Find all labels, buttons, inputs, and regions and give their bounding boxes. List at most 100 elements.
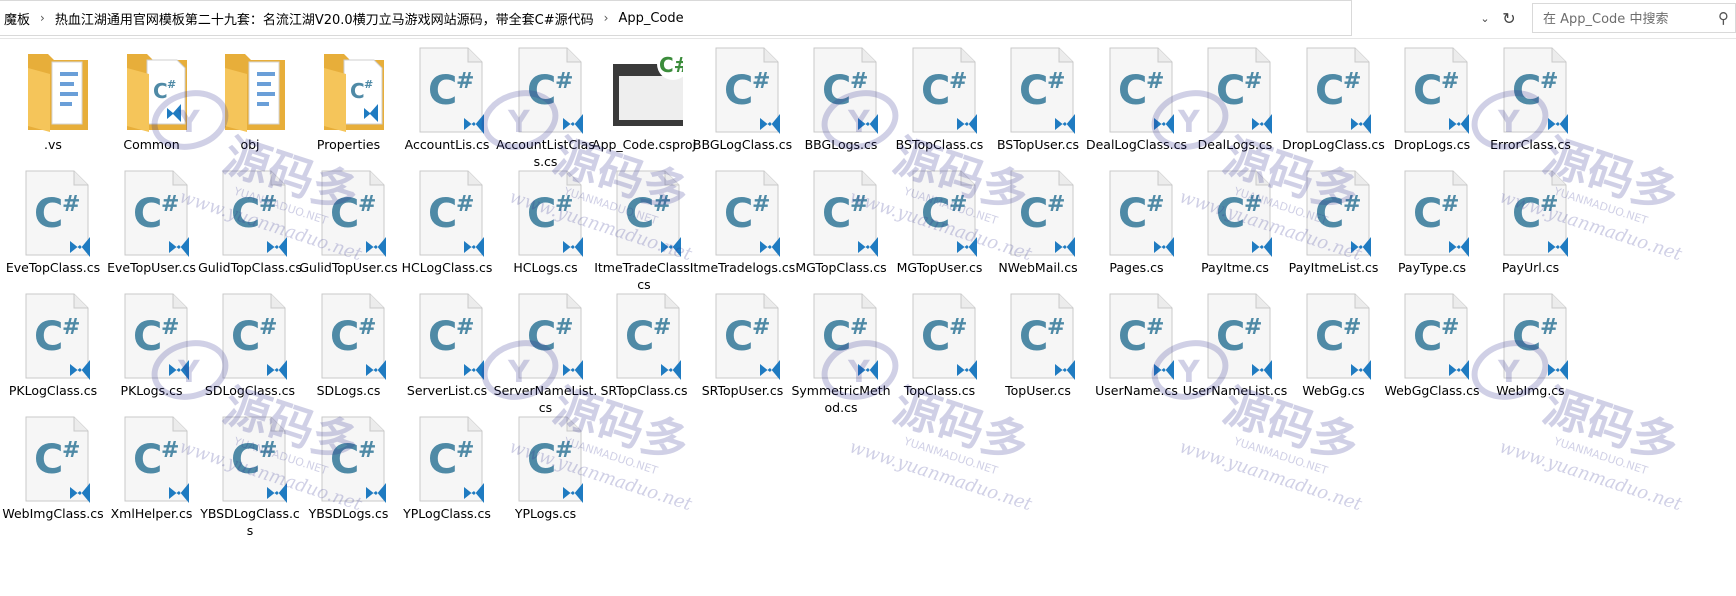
file-item[interactable]: C # BBGLogs.cs (792, 40, 890, 170)
csharp-file-icon: C # (1207, 47, 1272, 134)
breadcrumb-separator[interactable]: › (598, 11, 615, 25)
folder-item[interactable]: C # Properties (300, 40, 398, 170)
file-item[interactable]: C # MGTopUser.cs (891, 163, 989, 293)
file-item[interactable]: C # WebGgClass.cs (1383, 286, 1481, 416)
file-item[interactable]: C # PayUrl.cs (1482, 163, 1580, 293)
file-item[interactable]: C # PKLogClass.cs (4, 286, 102, 416)
file-item[interactable]: C # WebGg.cs (1285, 286, 1383, 416)
file-item[interactable]: C # GulidTopClass.cs (198, 163, 302, 293)
file-item[interactable]: C # BBGLogClass.cs (693, 40, 792, 170)
file-item[interactable]: C # EveTopClass.cs (4, 163, 102, 293)
file-item[interactable]: C # WebImgClass.cs (2, 409, 104, 539)
svg-text:C: C (625, 191, 654, 237)
file-item[interactable]: C # AccountListClass.cs (496, 40, 595, 170)
refresh-button[interactable]: ↻ (1498, 4, 1520, 32)
breadcrumb-item-root[interactable]: 魔板 (0, 9, 34, 28)
file-item[interactable]: C # YBSDLogClass.cs (200, 409, 300, 539)
file-item[interactable]: C # HCLogs.cs (497, 163, 595, 293)
file-item[interactable]: C # PKLogs.cs (103, 286, 201, 416)
file-item[interactable]: C # ErrorClass.cs (1482, 40, 1580, 170)
svg-text:#: # (1244, 315, 1262, 340)
file-item[interactable]: C # UserNameList.cs (1183, 286, 1287, 416)
search-input[interactable] (1541, 5, 1721, 33)
file-item[interactable]: C # DealLogs.cs (1186, 40, 1284, 170)
folder-icon: C # (323, 54, 384, 132)
svg-text:C: C (330, 314, 359, 360)
breadcrumb[interactable]: 魔板 › 热血江湖通用官网模板第二十九套：名流江湖V20.0横刀立马游戏网站源码… (0, 0, 1352, 36)
file-name-label: BBGLogClass.cs (692, 137, 793, 152)
svg-text:www.yuanmaduo.net: www.yuanmaduo.net (1177, 436, 1365, 515)
file-name-label: PayItme.cs (1201, 260, 1269, 275)
file-name-label: PKLogClass.cs (8, 383, 98, 398)
file-item[interactable]: C # SRTopClass.cs (595, 286, 693, 416)
file-item[interactable]: C # EveTopUser.cs (103, 163, 201, 293)
file-item[interactable]: C # XmlHelper.cs (103, 409, 201, 539)
file-icon-wrapper: C # (318, 415, 388, 503)
csharp-file-icon: C # (715, 293, 780, 380)
file-item[interactable]: C # DropLogClass.cs (1282, 40, 1385, 170)
breadcrumb-item-project[interactable]: 热血江湖通用官网模板第二十九套：名流江湖V20.0横刀立马游戏网站源码，带全套C… (51, 9, 598, 28)
svg-text:C: C (724, 68, 753, 114)
file-item[interactable]: C # ItmeTradelogs.cs (690, 163, 795, 293)
file-item[interactable]: C # ServerNameList.cs (494, 286, 597, 416)
breadcrumb-item-current[interactable]: App_Code (614, 11, 687, 26)
file-item[interactable]: C # WebImg.cs (1482, 286, 1580, 416)
file-item[interactable]: C # PayItmeList.cs (1285, 163, 1383, 293)
file-item[interactable]: C # ItmeTradeClass.cs (594, 163, 694, 293)
file-item[interactable]: C # SDLogClass.cs (201, 286, 299, 416)
file-item[interactable]: C # TopUser.cs (989, 286, 1087, 416)
file-item[interactable]: C # PayType.cs (1383, 163, 1481, 293)
file-item[interactable]: C # BSTopUser.cs (989, 40, 1087, 170)
folder-item[interactable]: obj (201, 40, 299, 170)
file-item[interactable]: C # UserName.cs (1088, 286, 1186, 416)
svg-text:www.yuanmaduo.net: www.yuanmaduo.net (1497, 436, 1685, 515)
file-item[interactable]: C # MGTopClass.cs (792, 163, 890, 293)
file-item[interactable]: C # YPLogClass.cs (398, 409, 496, 539)
file-name-label: UserName.cs (1095, 383, 1178, 398)
file-name-label: XmlHelper.cs (110, 506, 193, 521)
file-item[interactable]: C # SymmetricMethod.cs (791, 286, 891, 416)
file-item[interactable]: C # HCLogClass.cs (398, 163, 496, 293)
file-item[interactable]: C # PayItme.cs (1186, 163, 1284, 293)
svg-text:C: C (133, 314, 162, 360)
svg-text:C: C (1512, 314, 1541, 360)
file-icon-wrapper: C # (22, 292, 92, 380)
svg-text:#: # (1441, 192, 1459, 217)
file-item[interactable]: C # NWebMail.cs (989, 163, 1087, 293)
file-item[interactable]: C # Pages.cs (1088, 163, 1186, 293)
svg-text:C: C (625, 314, 654, 360)
svg-text:C#: C# (659, 53, 683, 77)
search-icon[interactable]: ⚲ (1718, 9, 1729, 27)
svg-text:#: # (161, 192, 179, 217)
file-item[interactable]: C # SRTopUser.cs (694, 286, 792, 416)
file-item[interactable]: C # TopClass.cs (891, 286, 989, 416)
file-item[interactable]: C # ServerList.cs (398, 286, 496, 416)
svg-text:C: C (1216, 314, 1245, 360)
svg-text:#: # (62, 192, 80, 217)
history-dropdown-button[interactable]: ⌄ (1474, 4, 1496, 32)
file-item[interactable]: C# App_Code.csproj (592, 40, 696, 170)
file-item[interactable]: C # GulidTopUser.cs (299, 163, 398, 293)
folder-item[interactable]: .vs (4, 40, 102, 170)
file-item[interactable]: C # DropLogs.cs (1383, 40, 1481, 170)
svg-text:C: C (1019, 68, 1048, 114)
folder-item[interactable]: C # Common (103, 40, 201, 170)
svg-text:#: # (949, 192, 967, 217)
svg-text:#: # (62, 315, 80, 340)
file-icon-wrapper: C # (121, 415, 191, 503)
file-item[interactable]: C # YBSDLogs.cs (300, 409, 398, 539)
file-item[interactable]: C # AccountLis.cs (398, 40, 496, 170)
svg-text:C: C (1512, 191, 1541, 237)
file-icon-wrapper: C # (613, 292, 683, 380)
file-icon-wrapper: C # (712, 46, 782, 134)
file-item[interactable]: C # YPLogs.cs (497, 409, 595, 539)
breadcrumb-separator[interactable]: › (34, 11, 51, 25)
svg-text:#: # (456, 315, 474, 340)
search-box[interactable]: ⚲ (1532, 3, 1736, 33)
svg-text:#: # (161, 438, 179, 463)
file-item[interactable]: C # BSTopClass.cs (891, 40, 989, 170)
file-item[interactable]: C # DealLogClass.cs (1086, 40, 1187, 170)
svg-text:C: C (231, 437, 260, 483)
file-item[interactable]: C # SDLogs.cs (300, 286, 398, 416)
svg-text:C: C (1019, 314, 1048, 360)
